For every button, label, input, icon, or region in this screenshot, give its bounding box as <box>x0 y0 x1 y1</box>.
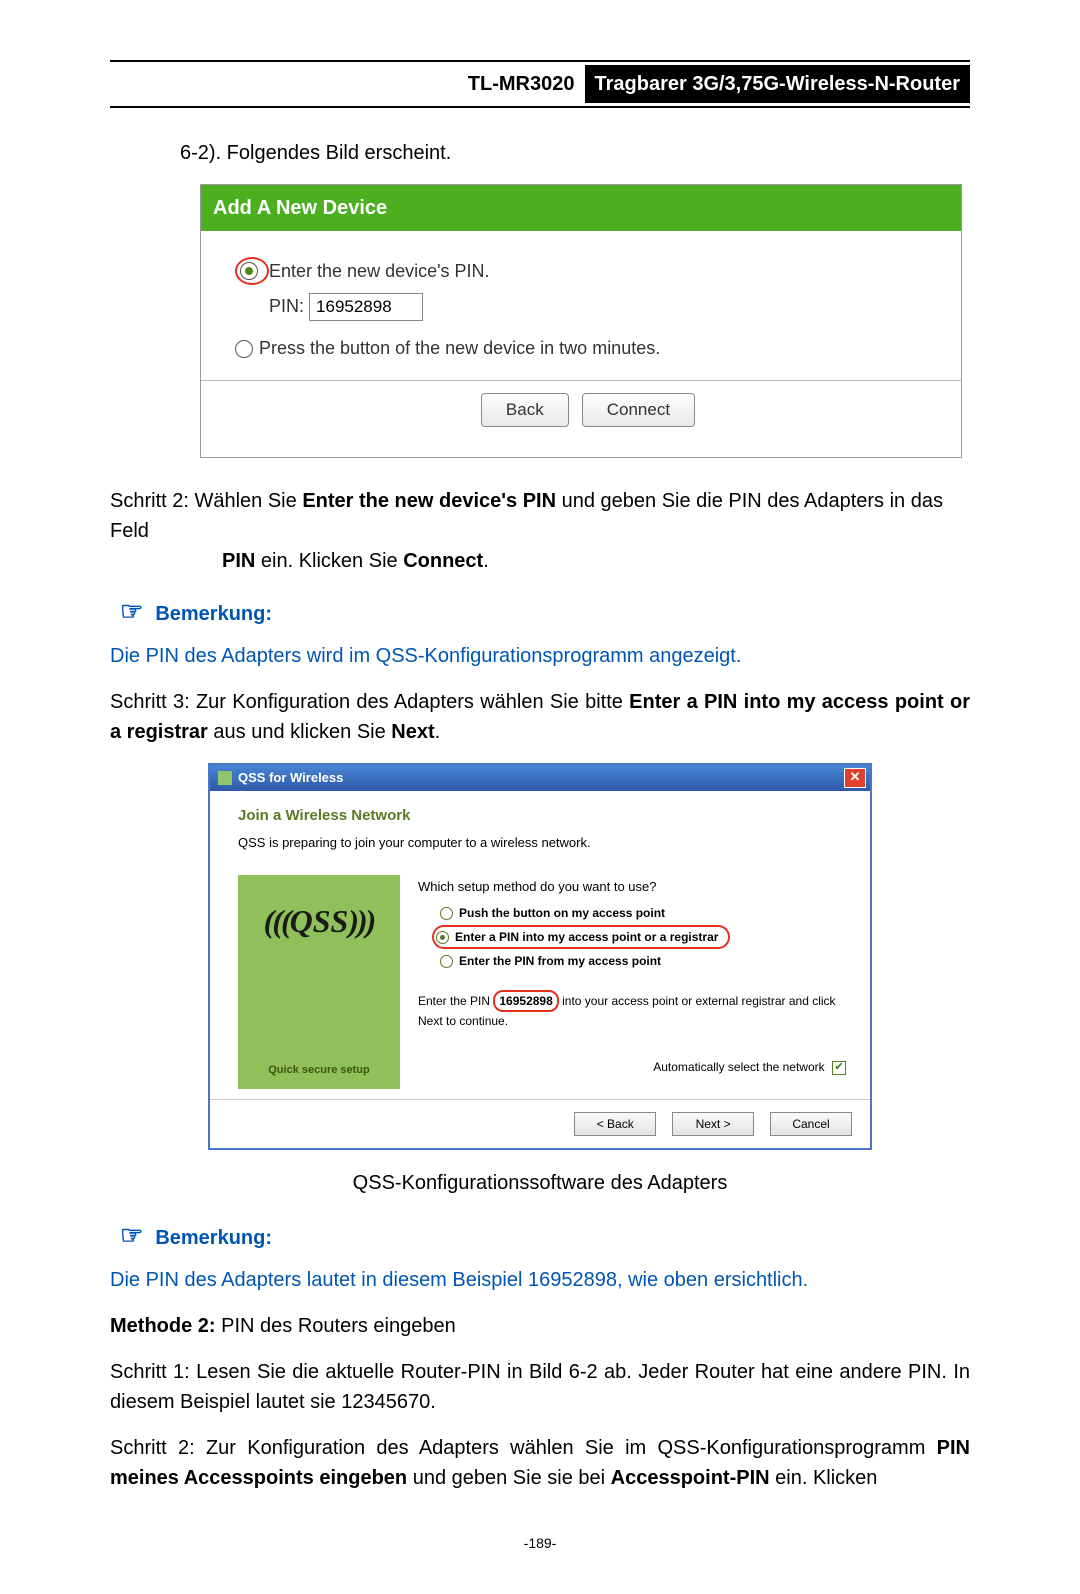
method-2-heading: Methode 2: PIN des Routers eingeben <box>110 1311 970 1341</box>
qss-logo: (((QSS))) <box>264 905 375 937</box>
qss-wizard-screenshot: QSS for Wireless ✕ Join a Wireless Netwo… <box>208 763 872 1150</box>
header-model: TL-MR3020 <box>458 69 585 99</box>
radio-press-button[interactable] <box>235 340 253 358</box>
qss-auto-select: Automatically select the network ✔ <box>418 1058 846 1076</box>
router-panel-title: Add A New Device <box>201 185 961 231</box>
note-2-text: Die PIN des Adapters lautet in diesem Be… <box>110 1265 970 1295</box>
highlight-circle <box>235 257 269 285</box>
qss-heading: Join a Wireless Network <box>238 805 846 828</box>
page-number: -189- <box>110 1533 970 1554</box>
auto-select-checkbox[interactable]: ✔ <box>832 1061 846 1075</box>
qss-radio-enter-pin[interactable] <box>436 931 449 944</box>
qss-option-push: Push the button on my access point <box>459 904 665 922</box>
qss-next-button[interactable]: Next > <box>672 1112 754 1136</box>
qss-back-button[interactable]: < Back <box>574 1112 656 1136</box>
close-icon[interactable]: ✕ <box>844 768 866 788</box>
connect-button[interactable]: Connect <box>582 393 695 427</box>
router-admin-screenshot: Add A New Device Enter the new device's … <box>200 184 962 458</box>
qss-explain-text: Enter the PIN 16952898 into your access … <box>418 990 846 1030</box>
pin-label: PIN: <box>269 296 304 316</box>
qss-subtext: QSS is preparing to join your computer t… <box>238 833 846 853</box>
radio-enter-pin-label: Enter the new device's PIN. <box>269 258 490 285</box>
radio-press-button-label: Press the button of the new device in tw… <box>259 335 660 362</box>
note-heading-2: ☞Bemerkung: <box>110 1216 970 1255</box>
note-heading-1: ☞Bemerkung: <box>110 592 970 631</box>
qss-sidebar-label: Quick secure setup <box>268 1062 370 1079</box>
qss-app-icon <box>218 771 232 785</box>
qss-caption: QSS-Konfigurationssoftware des Adapters <box>110 1168 970 1198</box>
qss-cancel-button[interactable]: Cancel <box>770 1112 852 1136</box>
note-1-text: Die PIN des Adapters wird im QSS-Konfigu… <box>110 641 970 671</box>
qss-option-enter-pin: Enter a PIN into my access point or a re… <box>455 928 718 946</box>
intro-line: 6-2). Folgendes Bild erscheint. <box>110 138 970 168</box>
radio-enter-pin[interactable] <box>240 262 258 280</box>
qss-question: Which setup method do you want to use? <box>418 877 846 897</box>
qss-pin-highlight: 16952898 <box>493 990 558 1012</box>
qss-radio-push[interactable] <box>440 907 453 920</box>
pin-input[interactable] <box>309 293 423 321</box>
qss-sidebar: (((QSS))) Quick secure setup <box>238 875 400 1089</box>
header-title: Tragbarer 3G/3,75G-Wireless-N-Router <box>585 65 971 103</box>
back-button[interactable]: Back <box>481 393 569 427</box>
page-header: TL-MR3020Tragbarer 3G/3,75G-Wireless-N-R… <box>110 60 970 108</box>
method-2-step-1: Schritt 1: Lesen Sie die aktuelle Router… <box>110 1357 970 1417</box>
method-2-step-2: Schritt 2: Zur Konfiguration des Adapter… <box>110 1433 970 1493</box>
highlight-selected-option: Enter a PIN into my access point or a re… <box>432 925 730 949</box>
hand-icon: ☞ <box>120 592 143 631</box>
qss-window-title: QSS for Wireless <box>238 768 343 788</box>
hand-icon: ☞ <box>120 1216 143 1255</box>
qss-radio-from-ap[interactable] <box>440 955 453 968</box>
step-2-text: Schritt 2: Wählen Sie Enter the new devi… <box>110 486 970 576</box>
qss-option-from-ap: Enter the PIN from my access point <box>459 952 661 970</box>
step-3-text: Schritt 3: Zur Konfiguration des Adapter… <box>110 687 970 747</box>
